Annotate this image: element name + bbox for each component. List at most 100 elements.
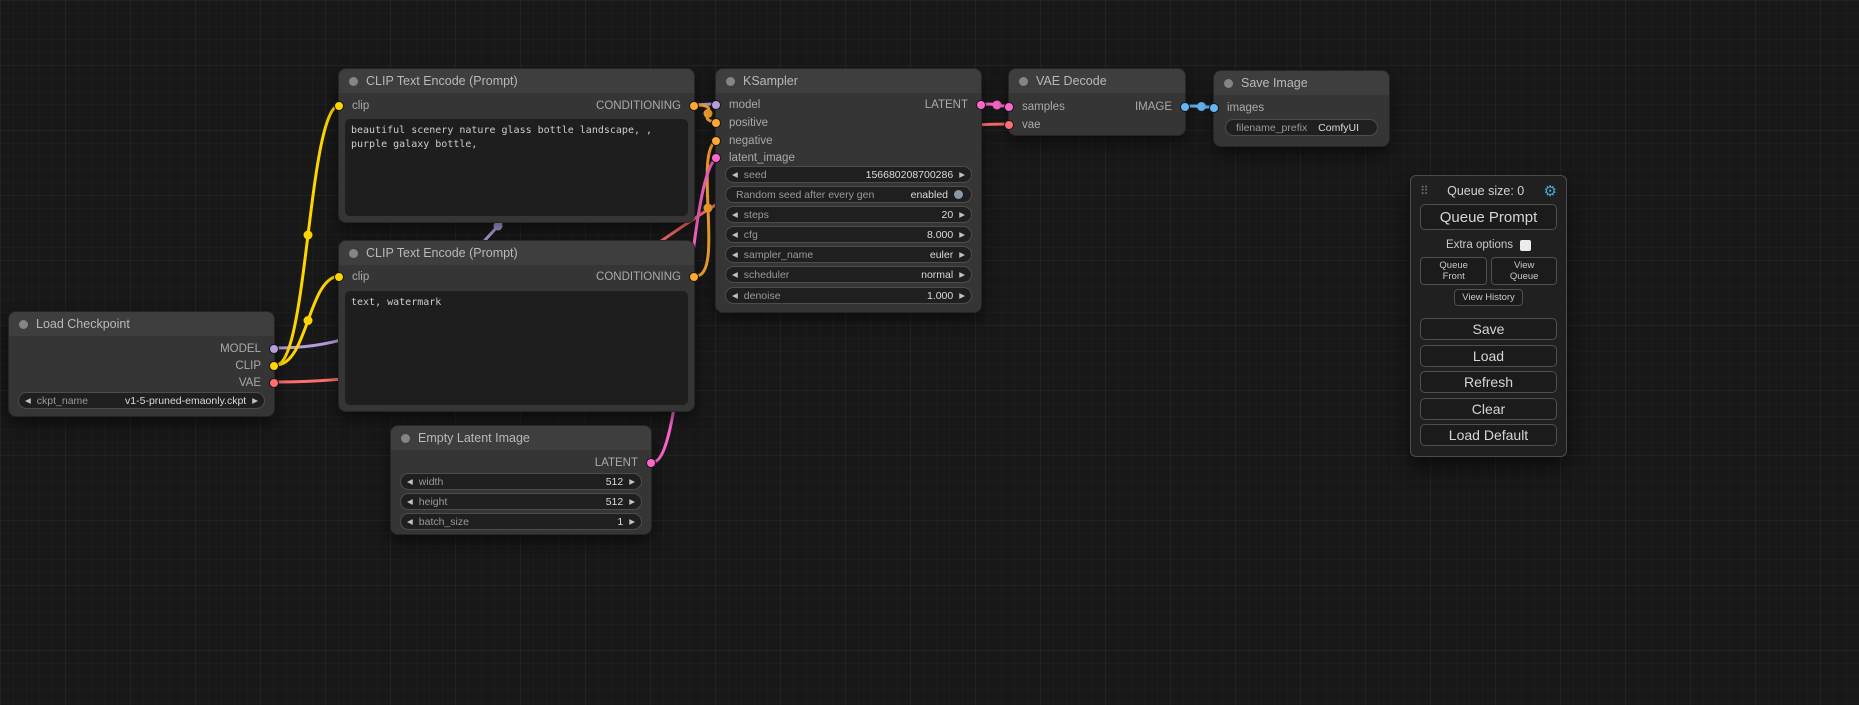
- widget-label: scheduler: [744, 269, 790, 281]
- node-title-bar[interactable]: CLIP Text Encode (Prompt): [339, 241, 694, 265]
- node-title-bar[interactable]: Empty Latent Image: [391, 426, 651, 450]
- widget-label: batch_size: [419, 516, 469, 528]
- node-clip-text-encode-negative[interactable]: CLIP Text Encode (Prompt) clip CONDITION…: [338, 240, 695, 412]
- widget-label: width: [419, 476, 444, 488]
- widget-label: cfg: [744, 229, 758, 241]
- collapse-dot-icon[interactable]: [726, 77, 735, 86]
- increment-arrow-icon[interactable]: ▶: [959, 251, 965, 259]
- node-title-bar[interactable]: Load Checkpoint: [9, 312, 274, 336]
- widget-label: height: [419, 496, 448, 508]
- collapse-dot-icon[interactable]: [1224, 79, 1233, 88]
- scheduler-widget[interactable]: ◀ scheduler normal ▶: [725, 266, 972, 283]
- node-empty-latent-image[interactable]: Empty Latent Image LATENT ◀ width 512 ▶ …: [390, 425, 652, 535]
- input-label-images: images: [1227, 101, 1264, 115]
- node-save-image[interactable]: Save Image images filename_prefix ComfyU…: [1213, 70, 1390, 147]
- view-queue-button[interactable]: View Queue: [1491, 257, 1557, 285]
- drag-handle-icon[interactable]: ⠿: [1420, 184, 1428, 198]
- increment-arrow-icon[interactable]: ▶: [959, 211, 965, 219]
- steps-widget[interactable]: ◀ steps 20 ▶: [725, 206, 972, 223]
- input-port-samples[interactable]: [1004, 102, 1014, 112]
- node-title-bar[interactable]: Save Image: [1214, 71, 1389, 95]
- widget-value: 512: [447, 496, 623, 508]
- seed-widget[interactable]: ◀ seed 156680208700286 ▶: [725, 166, 972, 183]
- queue-prompt-button[interactable]: Queue Prompt: [1420, 204, 1557, 230]
- node-vae-decode[interactable]: VAE Decode samples vae IMAGE: [1008, 68, 1186, 136]
- decrement-arrow-icon[interactable]: ◀: [732, 271, 738, 279]
- collapse-dot-icon[interactable]: [349, 249, 358, 258]
- collapse-dot-icon[interactable]: [19, 320, 28, 329]
- load-button[interactable]: Load: [1420, 345, 1557, 367]
- output-port-model[interactable]: [269, 344, 279, 354]
- random-seed-toggle[interactable]: Random seed after every gen enabled: [725, 186, 972, 203]
- decrement-arrow-icon[interactable]: ◀: [732, 211, 738, 219]
- decrement-arrow-icon[interactable]: ◀: [407, 498, 413, 506]
- view-history-button[interactable]: View History: [1454, 289, 1523, 306]
- node-ksampler[interactable]: KSampler model positive negative latent_…: [715, 68, 982, 313]
- ckpt-name-widget[interactable]: ◀ ckpt_name v1-5-pruned-emaonly.ckpt ▶: [18, 392, 265, 409]
- node-title-bar[interactable]: KSampler: [716, 69, 981, 93]
- save-button[interactable]: Save: [1420, 318, 1557, 340]
- increment-arrow-icon[interactable]: ▶: [959, 231, 965, 239]
- extra-options-checkbox[interactable]: [1520, 240, 1531, 251]
- refresh-button[interactable]: Refresh: [1420, 371, 1557, 393]
- queue-front-button[interactable]: Queue Front: [1420, 257, 1487, 285]
- input-port-model[interactable]: [711, 100, 721, 110]
- settings-gear-icon[interactable]: ⚙: [1544, 184, 1557, 199]
- collapse-dot-icon[interactable]: [401, 434, 410, 443]
- node-title: KSampler: [743, 74, 798, 88]
- decrement-arrow-icon[interactable]: ◀: [732, 251, 738, 259]
- increment-arrow-icon[interactable]: ▶: [252, 397, 258, 405]
- node-load-checkpoint[interactable]: Load Checkpoint MODEL CLIP VAE ◀ ckpt_na…: [8, 311, 275, 417]
- output-port-latent[interactable]: [976, 100, 986, 110]
- output-port-latent[interactable]: [646, 458, 656, 468]
- collapse-dot-icon[interactable]: [1019, 77, 1028, 86]
- decrement-arrow-icon[interactable]: ◀: [732, 292, 738, 300]
- node-title-bar[interactable]: VAE Decode: [1009, 69, 1185, 93]
- decrement-arrow-icon[interactable]: ◀: [407, 518, 413, 526]
- increment-arrow-icon[interactable]: ▶: [629, 478, 635, 486]
- input-port-clip[interactable]: [334, 101, 344, 111]
- sampler-name-widget[interactable]: ◀ sampler_name euler ▶: [725, 246, 972, 263]
- cfg-widget[interactable]: ◀ cfg 8.000 ▶: [725, 226, 972, 243]
- decrement-arrow-icon[interactable]: ◀: [732, 231, 738, 239]
- node-clip-text-encode-positive[interactable]: CLIP Text Encode (Prompt) clip CONDITION…: [338, 68, 695, 223]
- widget-label: ckpt_name: [37, 395, 88, 407]
- input-port-images[interactable]: [1209, 103, 1219, 113]
- node-title: CLIP Text Encode (Prompt): [366, 74, 518, 88]
- output-port-clip[interactable]: [269, 361, 279, 371]
- input-label-clip: clip: [352, 270, 369, 284]
- input-port-latent-image[interactable]: [711, 153, 721, 163]
- increment-arrow-icon[interactable]: ▶: [959, 171, 965, 179]
- load-default-button[interactable]: Load Default: [1420, 424, 1557, 446]
- height-widget[interactable]: ◀ height 512 ▶: [400, 493, 642, 510]
- node-title: Load Checkpoint: [36, 317, 130, 331]
- collapse-dot-icon[interactable]: [349, 77, 358, 86]
- output-port-conditioning[interactable]: [689, 272, 699, 282]
- width-widget[interactable]: ◀ width 512 ▶: [400, 473, 642, 490]
- increment-arrow-icon[interactable]: ▶: [629, 498, 635, 506]
- output-port-vae[interactable]: [269, 378, 279, 388]
- widget-value: 20: [769, 209, 953, 221]
- decrement-arrow-icon[interactable]: ◀: [732, 171, 738, 179]
- input-port-clip[interactable]: [334, 272, 344, 282]
- queue-size-label: Queue size: 0: [1428, 184, 1544, 198]
- input-port-negative[interactable]: [711, 136, 721, 146]
- increment-arrow-icon[interactable]: ▶: [959, 292, 965, 300]
- decrement-arrow-icon[interactable]: ◀: [25, 397, 31, 405]
- denoise-widget[interactable]: ◀ denoise 1.000 ▶: [725, 287, 972, 304]
- filename-prefix-widget[interactable]: filename_prefix ComfyUI: [1225, 119, 1378, 136]
- clear-button[interactable]: Clear: [1420, 398, 1557, 420]
- output-port-image[interactable]: [1180, 102, 1190, 112]
- prompt-textarea[interactable]: text, watermark: [345, 291, 688, 405]
- prompt-textarea[interactable]: beautiful scenery nature glass bottle la…: [345, 119, 688, 216]
- toggle-dot-icon[interactable]: [954, 190, 963, 199]
- increment-arrow-icon[interactable]: ▶: [629, 518, 635, 526]
- input-port-positive[interactable]: [711, 118, 721, 128]
- input-port-vae[interactable]: [1004, 120, 1014, 130]
- increment-arrow-icon[interactable]: ▶: [959, 271, 965, 279]
- output-label-latent: LATENT: [595, 456, 638, 470]
- node-title-bar[interactable]: CLIP Text Encode (Prompt): [339, 69, 694, 93]
- output-port-conditioning[interactable]: [689, 101, 699, 111]
- batch-size-widget[interactable]: ◀ batch_size 1 ▶: [400, 513, 642, 530]
- decrement-arrow-icon[interactable]: ◀: [407, 478, 413, 486]
